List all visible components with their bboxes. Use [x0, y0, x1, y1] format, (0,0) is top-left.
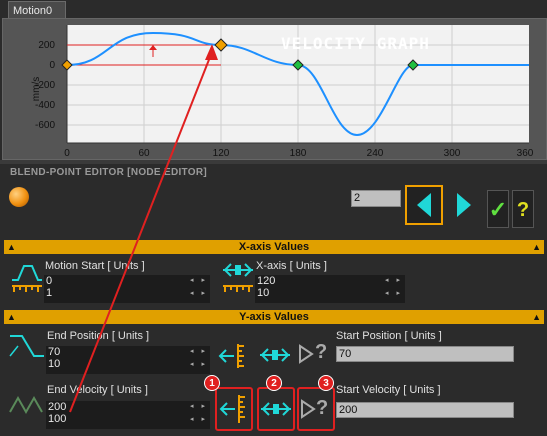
- arrow-right-icon: [457, 193, 471, 217]
- y-tick: 200: [38, 40, 55, 51]
- annotation-badge-3: 3: [318, 375, 334, 391]
- x-axis-spinbox[interactable]: 120 10 ◂ ▸ ◂ ▸: [255, 275, 405, 303]
- next-node-button[interactable]: [448, 185, 478, 225]
- annotation-box-1: [215, 387, 253, 431]
- graph-title: VELOCITY GRAPH: [281, 34, 430, 53]
- end-position-icon: [9, 335, 44, 357]
- panel-divider: [0, 160, 547, 164]
- end-position-label: End Position [ Units ]: [47, 330, 150, 342]
- tab-motion0[interactable]: Motion0: [8, 1, 66, 19]
- x-tick: 360: [517, 148, 534, 159]
- spin-arrows-icon[interactable]: ◂ ▸: [190, 347, 208, 355]
- spin-arrows-icon[interactable]: ◂ ▸: [190, 402, 208, 410]
- status-orb-icon: [9, 187, 29, 207]
- spin-arrows-icon[interactable]: ◂ ▸: [190, 289, 208, 297]
- start-velocity-input[interactable]: 200: [336, 402, 514, 418]
- motion-start-step[interactable]: 1: [44, 287, 210, 299]
- link-axis-icon[interactable]: [258, 343, 292, 367]
- x-axis-value[interactable]: 120: [255, 275, 405, 287]
- end-position-value[interactable]: 70: [46, 346, 210, 358]
- motion-start-spinbox[interactable]: 0 1 ◂ ▸ ◂ ▸: [44, 275, 210, 303]
- x-axis-section-header[interactable]: ▲ X-axis Values ▲: [4, 240, 544, 254]
- copy-from-scale-icon[interactable]: [218, 340, 248, 370]
- copy-from-scale-icon[interactable]: [217, 389, 251, 429]
- x-tick: 180: [290, 148, 307, 159]
- end-velocity-label: End Velocity [ Units ]: [47, 384, 148, 396]
- motion-start-label: Motion Start [ Units ]: [45, 260, 145, 272]
- start-position-input[interactable]: 70: [336, 346, 514, 362]
- end-velocity-step[interactable]: 100: [46, 413, 210, 425]
- unknown-glyph: ?: [316, 397, 329, 419]
- collapse-icon: ▲: [532, 242, 541, 252]
- spin-arrows-icon[interactable]: ◂ ▸: [385, 276, 403, 284]
- velocity-graph-panel: 200 0 -200 -400 -600 0 60 120 180 240 30…: [2, 18, 547, 160]
- x-axis-step[interactable]: 10: [255, 287, 405, 299]
- collapse-icon: ▲: [7, 242, 16, 252]
- end-velocity-icon: [9, 395, 43, 415]
- y-axis-section-title: Y-axis Values: [239, 311, 309, 323]
- end-position-step[interactable]: 10: [46, 358, 210, 370]
- y-axis-label: mm/s: [31, 77, 42, 101]
- apply-button[interactable]: ✓: [487, 190, 509, 228]
- y-tick: -600: [35, 120, 55, 131]
- x-axis-icon: [223, 263, 253, 292]
- end-velocity-spinbox[interactable]: 200 100 ◂ ▸ ◂ ▸: [46, 401, 210, 429]
- annotation-box-2: [257, 387, 295, 431]
- annotation-badge-1: 1: [204, 375, 220, 391]
- previous-node-button[interactable]: [405, 185, 443, 225]
- arrow-left-icon: [417, 193, 431, 217]
- start-velocity-label: Start Velocity [ Units ]: [336, 384, 441, 396]
- motion-start-icon: [12, 265, 42, 292]
- annotation-badge-2: 2: [266, 375, 282, 391]
- help-button[interactable]: ?: [512, 190, 534, 228]
- x-axis-label: X-axis [ Units ]: [256, 260, 327, 272]
- editor-title: BLEND-POINT EDITOR [NODE EDITOR]: [10, 167, 208, 178]
- end-velocity-value[interactable]: 200: [46, 401, 210, 413]
- node-index-input[interactable]: 2: [351, 190, 401, 207]
- y-axis-section-header[interactable]: ▲ Y-axis Values ▲: [4, 310, 544, 324]
- unknown-glyph: ?: [315, 341, 328, 363]
- y-tick: 0: [49, 60, 55, 71]
- start-position-label: Start Position [ Units ]: [336, 330, 442, 342]
- end-position-spinbox[interactable]: 70 10 ◂ ▸ ◂ ▸: [46, 346, 210, 374]
- velocity-graph: 200 0 -200 -400 -600 0 60 120 180 240 30…: [31, 25, 534, 159]
- spin-arrows-icon[interactable]: ◂ ▸: [190, 276, 208, 284]
- collapse-icon: ▲: [532, 312, 541, 322]
- x-tick: 240: [367, 148, 384, 159]
- spin-arrows-icon[interactable]: ◂ ▸: [385, 289, 403, 297]
- collapse-icon: ▲: [7, 312, 16, 322]
- spin-arrows-icon[interactable]: ◂ ▸: [190, 415, 208, 423]
- link-axis-icon[interactable]: [259, 389, 293, 429]
- annotation-box-3: ?: [297, 387, 335, 431]
- motion-start-value[interactable]: 0: [44, 275, 210, 287]
- x-tick: 120: [213, 148, 230, 159]
- x-tick: 60: [138, 148, 150, 159]
- x-tick: 0: [64, 148, 70, 159]
- x-axis-section-title: X-axis Values: [238, 241, 310, 253]
- x-tick: 300: [444, 148, 461, 159]
- spin-arrows-icon[interactable]: ◂ ▸: [190, 360, 208, 368]
